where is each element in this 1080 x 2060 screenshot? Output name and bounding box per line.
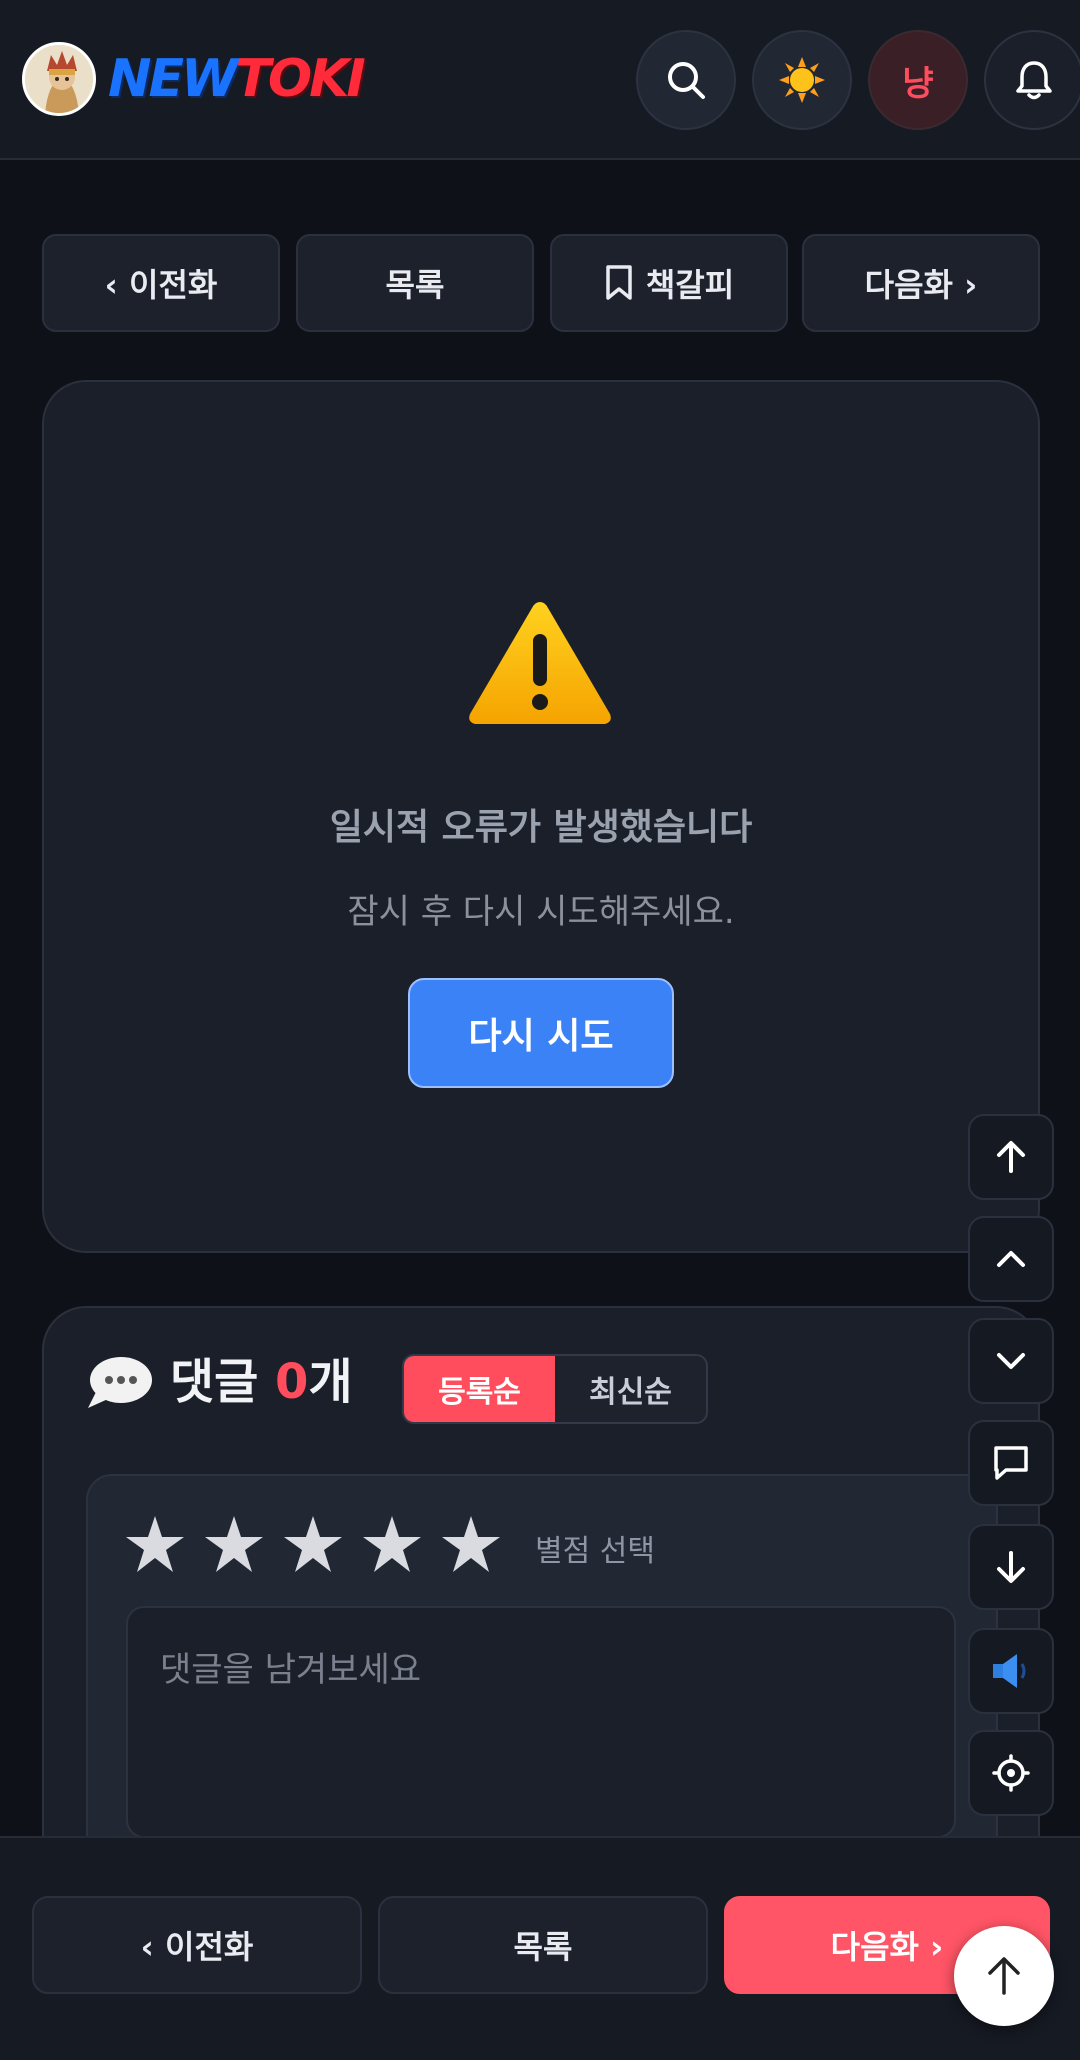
episode-list-label: 목록: [385, 266, 445, 304]
bell-icon: [1016, 61, 1052, 100]
star-icon-4[interactable]: [361, 1514, 423, 1576]
reader-page: NEWTOKI 냥 ‹ 이전화 목록 책갈피 다음화 › 일시적 오류가 발생했…: [0, 0, 1080, 2060]
user-initial: 냥: [902, 63, 934, 104]
bottom-prev-episode-button[interactable]: ‹ 이전화: [32, 1896, 362, 1994]
comments-title-prefix: 댓글: [170, 1354, 276, 1410]
page-up-button[interactable]: [968, 1216, 1054, 1302]
arrow-up-icon: [988, 1957, 1020, 1995]
bottom-list-label: 목록: [513, 1928, 573, 1966]
rating-label: 별점 선택: [535, 1534, 655, 1569]
bookmark-button[interactable]: 책갈피: [550, 234, 788, 332]
theme-toggle-button[interactable]: [752, 30, 852, 130]
settings-button[interactable]: [968, 1730, 1054, 1816]
arrow-down-icon: [997, 1551, 1025, 1583]
error-title: 일시적 오류가 발생했습니다: [329, 807, 753, 848]
star-icon-5[interactable]: [440, 1514, 502, 1576]
comments-count: 0: [275, 1354, 309, 1410]
prev-episode-button[interactable]: ‹ 이전화: [42, 234, 280, 332]
next-episode-label: 다음화 ›: [864, 266, 978, 304]
sound-button[interactable]: [968, 1628, 1054, 1714]
sun-icon: [779, 57, 825, 103]
sort-latest-button[interactable]: 최신순: [555, 1356, 706, 1422]
scroll-bottom-button[interactable]: [968, 1524, 1054, 1610]
star-icon-3[interactable]: [282, 1514, 344, 1576]
logo-new: NEW: [108, 49, 238, 109]
bookmark-icon: [606, 265, 632, 300]
warning-icon: [469, 602, 611, 724]
bottom-next-label: 다음화 ›: [830, 1928, 944, 1966]
user-avatar-button[interactable]: 냥: [868, 30, 968, 130]
star-rating: [124, 1514, 502, 1576]
chevron-up-icon: [997, 1251, 1025, 1267]
bottom-prev-label: ‹ 이전화: [140, 1928, 254, 1966]
search-button[interactable]: [636, 30, 736, 130]
sort-registered-button[interactable]: 등록순: [404, 1356, 555, 1422]
episode-list-button[interactable]: 목록: [296, 234, 534, 332]
notifications-button[interactable]: [984, 30, 1080, 130]
speech-bubble-icon: [88, 1357, 152, 1408]
star-icon-1[interactable]: [124, 1514, 186, 1576]
comment-sort-toggle: 등록순 최신순: [402, 1354, 708, 1424]
page-down-button[interactable]: [968, 1318, 1054, 1404]
settings-icon: [992, 1754, 1030, 1792]
search-icon: [668, 62, 705, 99]
comment-icon: [994, 1446, 1028, 1480]
comments-title-suffix: 개: [308, 1354, 353, 1410]
speaker-icon: [993, 1654, 1026, 1688]
chevron-down-icon: [997, 1353, 1025, 1369]
comment-input[interactable]: [126, 1606, 956, 1838]
star-icon-2[interactable]: [203, 1514, 265, 1576]
bottom-list-button[interactable]: 목록: [378, 1896, 708, 1994]
bookmark-label: 책갈피: [645, 266, 735, 304]
arrow-up-icon: [997, 1141, 1025, 1173]
site-logo-text[interactable]: NEWTOKI: [108, 44, 366, 114]
retry-button[interactable]: 다시 시도: [408, 978, 674, 1088]
app-header: NEWTOKI 냥: [0, 0, 1080, 160]
comments-title: 댓글 0개: [170, 1352, 353, 1412]
prev-episode-label: ‹ 이전화: [104, 266, 218, 304]
jump-comments-button[interactable]: [968, 1420, 1054, 1506]
scroll-top-button[interactable]: [968, 1114, 1054, 1200]
site-logo-avatar[interactable]: [22, 42, 96, 116]
floating-scroll-top-button[interactable]: [954, 1926, 1054, 2026]
next-episode-button[interactable]: 다음화 ›: [802, 234, 1040, 332]
error-subtitle: 잠시 후 다시 시도해주세요.: [347, 892, 735, 932]
logo-toki: TOKI: [235, 49, 365, 109]
